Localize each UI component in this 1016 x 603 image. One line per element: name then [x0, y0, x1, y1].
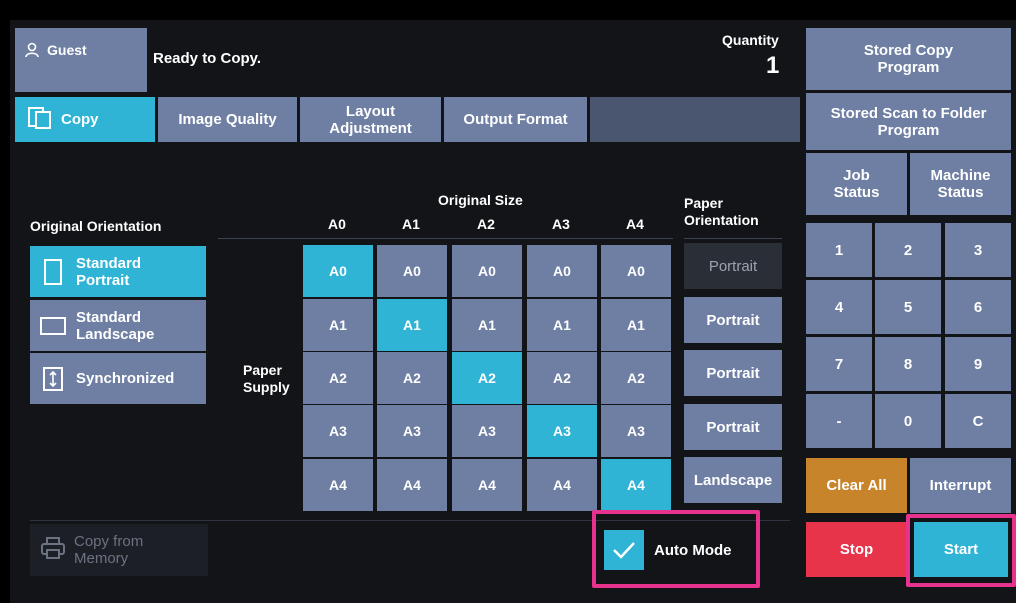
paper-supply-label: Paper Supply	[243, 362, 290, 395]
col-header-a3: A3	[552, 216, 570, 232]
keypad-key-5[interactable]: 5	[875, 280, 941, 334]
portrait-icon	[38, 258, 68, 286]
paper-orientation-row-a0: Portrait	[684, 243, 782, 289]
keypad-key-1[interactable]: 1	[806, 223, 872, 277]
printer-icon	[40, 536, 66, 564]
clear-all-button[interactable]: Clear All	[806, 458, 907, 513]
copy-from-memory-button: Copy from Memory	[30, 524, 208, 576]
keypad-key-6[interactable]: 6	[945, 280, 1011, 334]
grid-cell[interactable]: A1	[377, 299, 447, 351]
orientation-standard-portrait[interactable]: Standard Portrait	[30, 246, 206, 297]
quantity-value[interactable]: 1	[766, 52, 779, 80]
orientation-standard-landscape[interactable]: Standard Landscape	[30, 300, 206, 351]
tab-image-quality[interactable]: Image Quality	[158, 97, 297, 142]
keypad-key-7[interactable]: 7	[806, 337, 872, 391]
tab-layout-adjustment-label: Layout Adjustment	[329, 102, 412, 137]
guest-label: Guest	[47, 42, 87, 58]
user-icon	[25, 42, 41, 62]
paper-orientation-row-a4[interactable]: Landscape	[684, 457, 782, 503]
tab-empty	[590, 97, 800, 142]
orientation-synchronized-label: Synchronized	[76, 370, 175, 387]
auto-mode-toggle[interactable]: Auto Mode	[604, 528, 749, 572]
paper-orientation-row-a2[interactable]: Portrait	[684, 350, 782, 396]
copy-icon	[27, 106, 53, 134]
grid-cell[interactable]: A0	[601, 245, 671, 297]
grid-cell[interactable]: A1	[303, 299, 373, 351]
start-button[interactable]: Start	[914, 522, 1008, 577]
keypad-key-dash[interactable]: -	[806, 394, 872, 448]
grid-cell[interactable]: A3	[377, 405, 447, 457]
orientation-standard-landscape-label: Standard Landscape	[76, 308, 155, 343]
grid-cell[interactable]: A1	[452, 299, 522, 351]
grid-header-divider	[218, 238, 673, 239]
job-status-button[interactable]: Job Status	[806, 153, 907, 215]
paper-orientation-row-a1[interactable]: Portrait	[684, 297, 782, 343]
original-size-title: Original Size	[438, 192, 523, 208]
keypad-key-0[interactable]: 0	[875, 394, 941, 448]
stop-button[interactable]: Stop	[806, 522, 907, 577]
auto-mode-checkbox[interactable]	[604, 530, 644, 570]
stored-copy-program-button[interactable]: Stored Copy Program	[806, 28, 1011, 90]
grid-cell[interactable]: A4	[601, 459, 671, 511]
grid-cell[interactable]: A1	[601, 299, 671, 351]
tab-copy-label: Copy	[61, 111, 99, 128]
tab-image-quality-label: Image Quality	[178, 111, 277, 128]
stored-scan-to-folder-program-button[interactable]: Stored Scan to Folder Program	[806, 93, 1011, 150]
col-header-a4: A4	[626, 216, 644, 232]
grid-cell[interactable]: A4	[527, 459, 597, 511]
guest-button[interactable]: Guest	[15, 28, 147, 92]
col-header-a0: A0	[328, 216, 346, 232]
paper-orientation-title: Paper Orientation	[684, 195, 759, 228]
tab-output-format[interactable]: Output Format	[444, 97, 587, 142]
grid-cell[interactable]: A0	[452, 245, 522, 297]
grid-cell[interactable]: A2	[377, 352, 447, 404]
grid-cell[interactable]: A3	[452, 405, 522, 457]
quantity-label: Quantity	[722, 32, 779, 48]
status-text: Ready to Copy.	[153, 50, 262, 67]
tab-layout-adjustment[interactable]: Layout Adjustment	[300, 97, 441, 142]
keypad-key-8[interactable]: 8	[875, 337, 941, 391]
grid-cell[interactable]: A3	[303, 405, 373, 457]
keypad-key-clear[interactable]: C	[945, 394, 1011, 448]
paper-orientation-divider	[684, 238, 782, 239]
paper-orientation-row-a3[interactable]: Portrait	[684, 404, 782, 450]
grid-cell[interactable]: A4	[452, 459, 522, 511]
keypad-key-2[interactable]: 2	[875, 223, 941, 277]
col-header-a2: A2	[477, 216, 495, 232]
grid-cell[interactable]: A2	[303, 352, 373, 404]
grid-cell[interactable]: A4	[303, 459, 373, 511]
interrupt-button[interactable]: Interrupt	[910, 458, 1011, 513]
orientation-synchronized[interactable]: Synchronized	[30, 353, 206, 404]
synchronized-icon	[38, 366, 68, 392]
grid-cell[interactable]: A4	[377, 459, 447, 511]
grid-cell[interactable]: A0	[377, 245, 447, 297]
copy-from-memory-label: Copy from Memory	[74, 533, 144, 567]
auto-mode-label: Auto Mode	[654, 541, 732, 559]
col-header-a1: A1	[402, 216, 420, 232]
grid-cell[interactable]: A2	[452, 352, 522, 404]
grid-cell[interactable]: A1	[527, 299, 597, 351]
landscape-icon	[38, 316, 68, 336]
keypad-key-3[interactable]: 3	[945, 223, 1011, 277]
grid-cell[interactable]: A0	[303, 245, 373, 297]
orientation-standard-portrait-label: Standard Portrait	[76, 254, 142, 289]
tab-copy[interactable]: Copy	[15, 97, 155, 142]
tab-output-format-label: Output Format	[463, 111, 568, 128]
grid-cell[interactable]: A3	[527, 405, 597, 457]
grid-cell[interactable]: A0	[527, 245, 597, 297]
grid-cell[interactable]: A3	[601, 405, 671, 457]
machine-status-button[interactable]: Machine Status	[910, 153, 1011, 215]
original-orientation-title: Original Orientation	[30, 218, 162, 234]
grid-cell[interactable]: A2	[601, 352, 671, 404]
keypad-key-4[interactable]: 4	[806, 280, 872, 334]
keypad-key-9[interactable]: 9	[945, 337, 1011, 391]
grid-cell[interactable]: A2	[527, 352, 597, 404]
